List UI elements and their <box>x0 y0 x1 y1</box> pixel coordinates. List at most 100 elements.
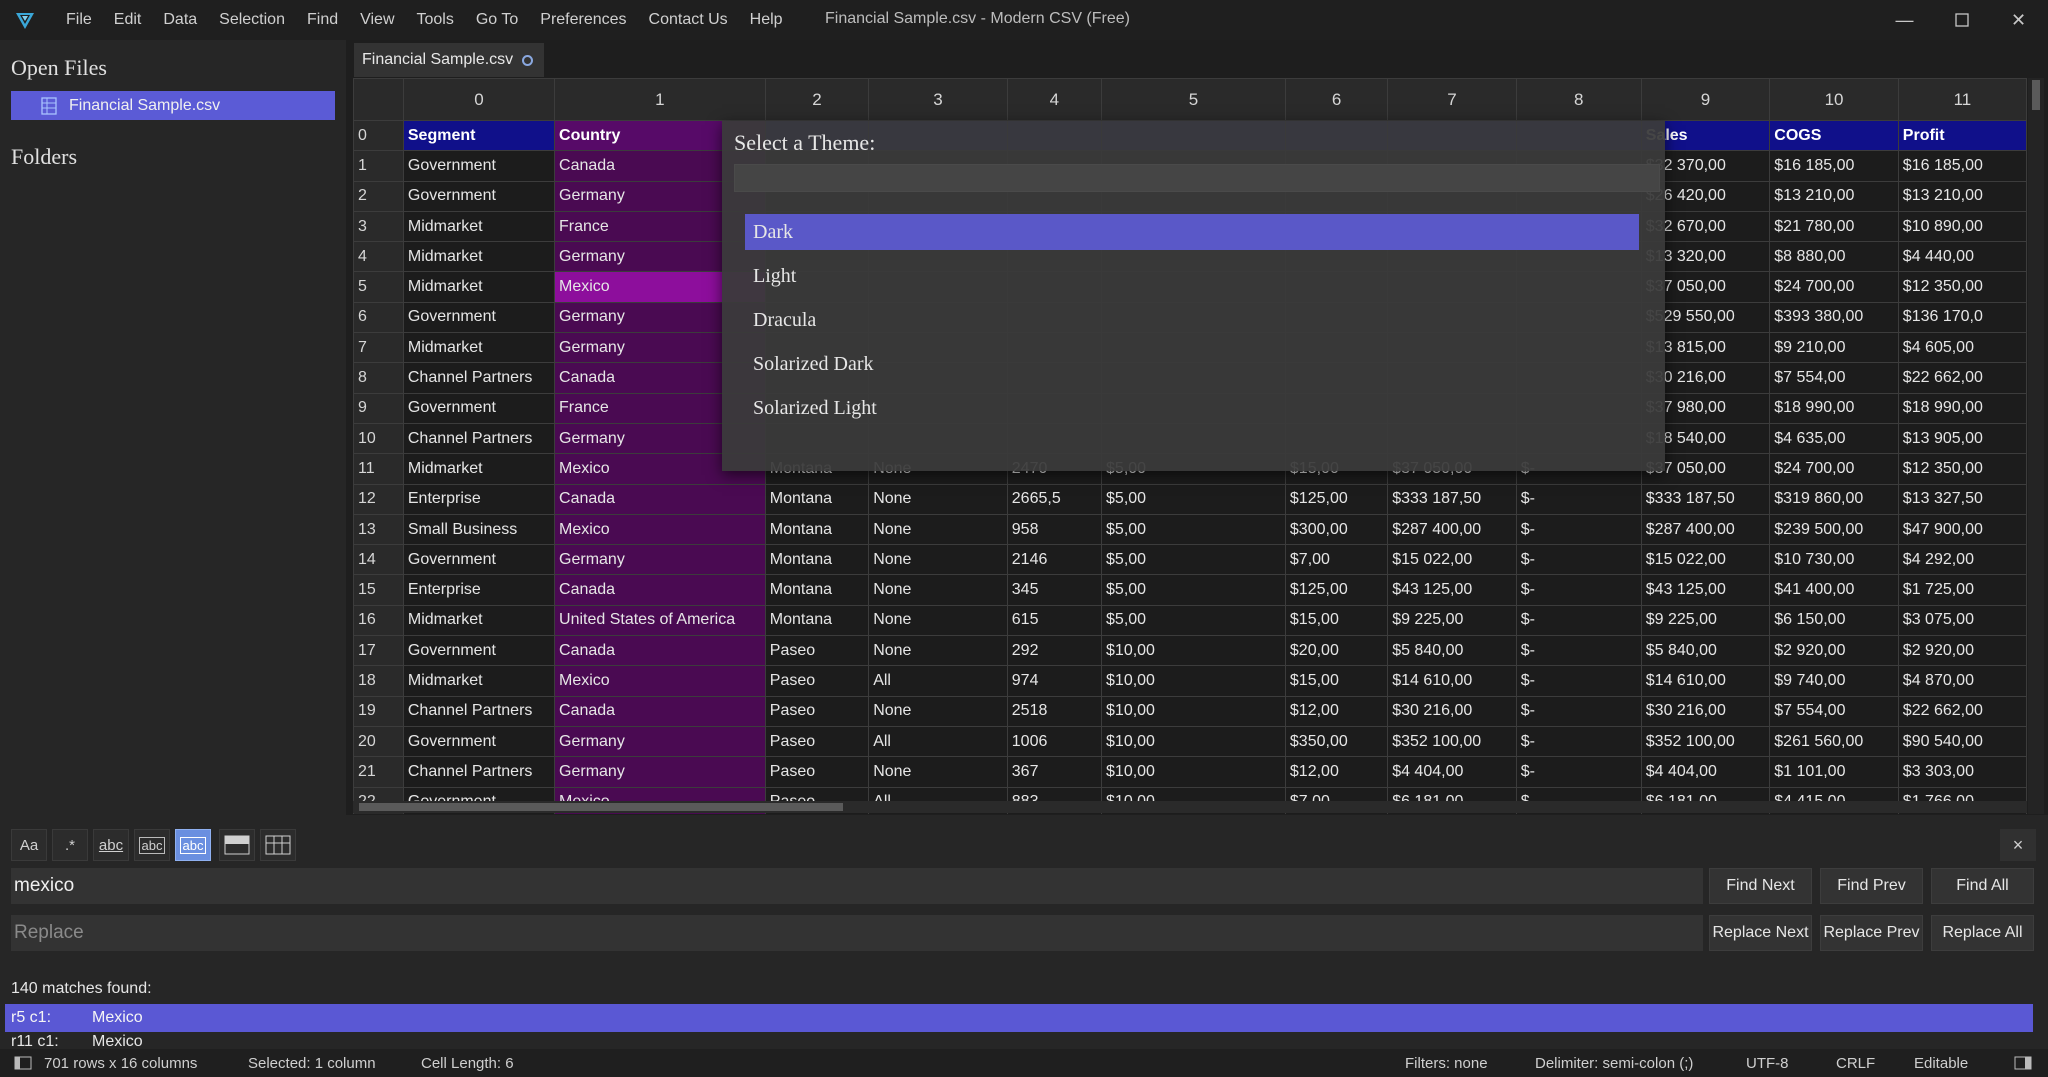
table-cell[interactable]: None <box>868 483 1008 515</box>
row-number[interactable]: 14 <box>353 544 404 576</box>
maximize-icon[interactable] <box>1933 0 1990 40</box>
column-index-header[interactable]: 10 <box>1769 78 1899 121</box>
row-number[interactable]: 18 <box>353 665 404 697</box>
table-cell[interactable]: $333 187,50 <box>1387 483 1517 515</box>
table-cell[interactable]: None <box>868 756 1008 788</box>
table-cell[interactable]: $4 870,00 <box>1897 665 2027 697</box>
row-number[interactable]: 10 <box>353 422 404 455</box>
table-cell[interactable]: None <box>868 604 1008 637</box>
table-cell[interactable]: $14 610,00 <box>1387 665 1517 697</box>
table-cell[interactable]: Midmarket <box>402 241 556 273</box>
table-cell[interactable]: $43 125,00 <box>1387 574 1517 606</box>
table-cell[interactable]: $21 780,00 <box>1769 210 1899 243</box>
table-cell[interactable]: Government <box>402 180 556 212</box>
table-cell[interactable]: None <box>868 513 1008 546</box>
status-filters[interactable]: Filters: none <box>1405 1055 1488 1072</box>
table-cell[interactable]: $125,00 <box>1284 574 1389 606</box>
table-cell[interactable]: Government <box>402 301 556 334</box>
column-index-header[interactable]: 11 <box>1897 78 2027 121</box>
theme-option-solarized-light[interactable]: Solarized Light <box>745 390 1639 426</box>
table-cell[interactable]: $7,00 <box>1284 544 1389 576</box>
table-cell[interactable]: $12 350,00 <box>1897 271 2027 303</box>
table-cell[interactable]: None <box>868 544 1008 576</box>
row-number[interactable]: 13 <box>353 513 404 546</box>
table-cell[interactable]: 1006 <box>1006 725 1103 758</box>
menu-view[interactable]: View <box>360 11 394 29</box>
table-cell[interactable]: $15,00 <box>1284 665 1389 697</box>
table-cell[interactable]: $15 022,00 <box>1387 544 1517 576</box>
table-cell[interactable]: $6 150,00 <box>1769 604 1899 637</box>
table-cell[interactable]: Channel Partners <box>402 362 556 394</box>
table-cell[interactable]: $5 840,00 <box>1640 635 1771 667</box>
table-cell[interactable]: $13 210,00 <box>1769 180 1899 212</box>
row-number[interactable]: 19 <box>353 695 404 727</box>
in-selection-toggle[interactable]: abc <box>175 829 211 861</box>
table-cell[interactable]: $5,00 <box>1101 483 1286 515</box>
theme-search-input[interactable] <box>734 164 1660 192</box>
theme-option-dark[interactable]: Dark <box>745 214 1639 250</box>
table-cell[interactable]: Mexico <box>554 665 766 697</box>
table-cell[interactable]: $10 890,00 <box>1897 210 2027 243</box>
status-mode[interactable]: Editable <box>1914 1055 1968 1072</box>
table-cell[interactable]: Midmarket <box>402 453 556 485</box>
find-field[interactable] <box>11 868 1703 904</box>
table-cell[interactable]: $5,00 <box>1101 574 1286 606</box>
search-result-item[interactable]: r11 c1: Mexico <box>5 1033 2033 1047</box>
table-cell[interactable]: $125,00 <box>1284 483 1389 515</box>
table-cell[interactable]: Canada <box>554 574 766 606</box>
table-cell[interactable]: Midmarket <box>402 210 556 243</box>
column-index-header[interactable]: 0 <box>402 78 556 121</box>
table-cell[interactable]: $3 075,00 <box>1897 604 2027 637</box>
replace-field[interactable] <box>11 915 1703 951</box>
table-cell[interactable]: $239 500,00 <box>1769 513 1899 546</box>
row-number[interactable]: 5 <box>353 271 404 303</box>
row-number[interactable]: 21 <box>353 756 404 788</box>
table-cell[interactable]: $350,00 <box>1284 725 1389 758</box>
column-index-header[interactable]: 5 <box>1101 78 1286 121</box>
table-cell[interactable]: Midmarket <box>402 332 556 364</box>
table-cell[interactable]: $287 400,00 <box>1387 513 1517 546</box>
table-cell[interactable]: Mexico <box>554 513 766 546</box>
column-index-header[interactable]: 4 <box>1006 78 1103 121</box>
table-cell[interactable]: $10,00 <box>1101 635 1286 667</box>
table-cell[interactable]: 345 <box>1006 574 1103 606</box>
table-cell[interactable]: Profit <box>1897 119 2027 152</box>
table-cell[interactable]: Government <box>402 725 556 758</box>
search-result-item[interactable]: r5 c1: Mexico <box>5 1004 2033 1032</box>
table-cell[interactable]: $30 216,00 <box>1640 695 1771 727</box>
column-index-header[interactable]: 1 <box>554 78 766 121</box>
whole-word-toggle[interactable]: abc <box>93 829 129 861</box>
table-cell[interactable]: Montana <box>764 574 870 606</box>
close-window-icon[interactable]: ✕ <box>1990 0 2047 40</box>
menu-contact-us[interactable]: Contact Us <box>649 11 728 29</box>
table-cell[interactable]: Government <box>402 150 556 182</box>
table-cell[interactable]: Paseo <box>764 725 870 758</box>
table-cell[interactable]: Government <box>402 544 556 576</box>
table-cell[interactable]: $136 170,0 <box>1897 301 2027 334</box>
find-next-button[interactable]: Find Next <box>1709 868 1812 904</box>
table-cell[interactable]: Segment <box>402 119 556 152</box>
row-number[interactable]: 11 <box>353 453 404 485</box>
table-cell[interactable]: $13 905,00 <box>1897 422 2027 455</box>
table-cell[interactable]: $9 210,00 <box>1769 332 1899 364</box>
row-number[interactable]: 9 <box>353 392 404 424</box>
table-cell[interactable]: $22 662,00 <box>1897 362 2027 394</box>
find-prev-button[interactable]: Find Prev <box>1820 868 1923 904</box>
table-cell[interactable]: Canada <box>554 483 766 515</box>
row-number[interactable]: 12 <box>353 483 404 515</box>
search-columns-toggle[interactable] <box>260 829 296 861</box>
horizontal-scroll-thumb[interactable] <box>359 803 843 811</box>
table-cell[interactable]: 292 <box>1006 635 1103 667</box>
table-cell[interactable]: Montana <box>764 483 870 515</box>
table-cell[interactable]: 2665,5 <box>1006 483 1103 515</box>
table-cell[interactable]: $- <box>1515 756 1642 788</box>
horizontal-scrollbar[interactable] <box>353 801 2027 813</box>
table-cell[interactable]: $- <box>1515 544 1642 576</box>
table-cell[interactable]: 958 <box>1006 513 1103 546</box>
table-cell[interactable]: $16 185,00 <box>1769 150 1899 182</box>
column-index-header[interactable]: 2 <box>764 78 870 121</box>
table-cell[interactable]: Paseo <box>764 635 870 667</box>
table-cell[interactable]: $352 100,00 <box>1387 725 1517 758</box>
table-cell[interactable]: $13 210,00 <box>1897 180 2027 212</box>
close-find-panel-icon[interactable]: × <box>2000 829 2036 861</box>
